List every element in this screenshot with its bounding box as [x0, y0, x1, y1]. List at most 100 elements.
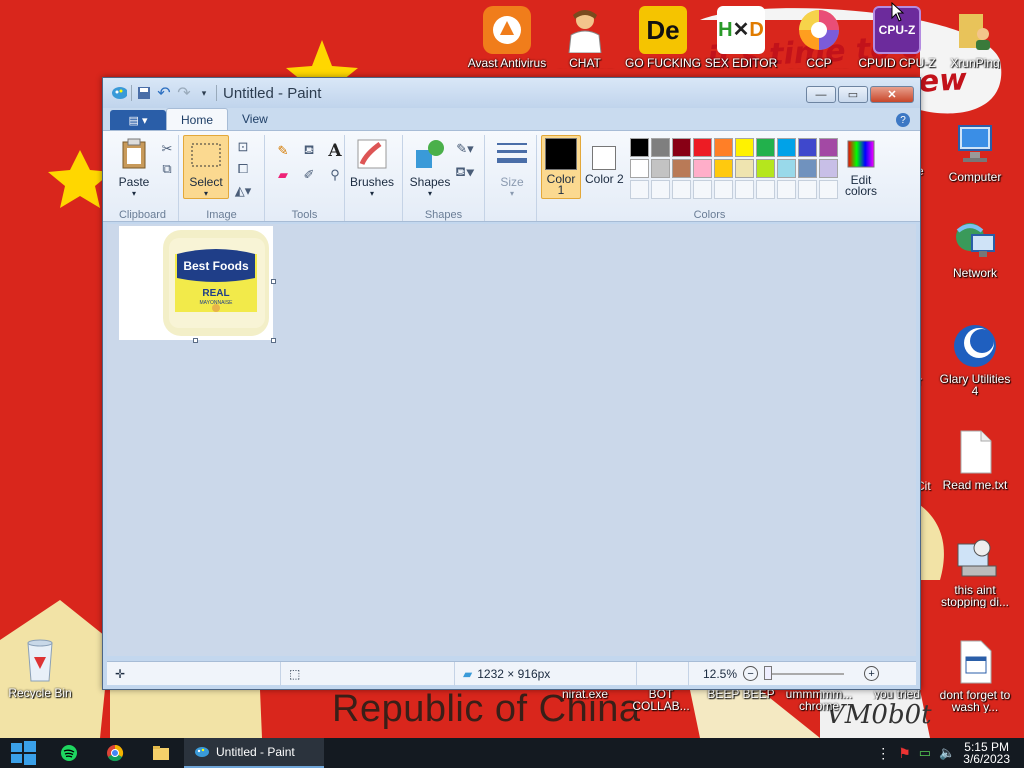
color-swatch[interactable]: [630, 159, 649, 178]
resize-handle-corner[interactable]: [271, 338, 276, 343]
color-swatch[interactable]: [777, 159, 796, 178]
desktop-icon-glary[interactable]: Glary Utilities 4: [935, 322, 1015, 397]
desktop-icon-recycle-bin[interactable]: Recycle Bin: [0, 636, 80, 699]
resize-handle-right[interactable]: [271, 279, 276, 284]
taskbar-explorer-icon[interactable]: [138, 738, 184, 768]
undo-icon[interactable]: ↶: [156, 85, 172, 102]
paint-app-icon[interactable]: [111, 85, 127, 101]
tab-view[interactable]: View: [228, 108, 282, 130]
close-button[interactable]: ✕: [870, 86, 914, 103]
rotate-icon[interactable]: ◭▾: [233, 181, 253, 201]
save-icon[interactable]: [136, 85, 152, 101]
magnifier-icon[interactable]: ⚲: [325, 165, 345, 185]
shape-fill-icon[interactable]: ⛾▾: [455, 163, 475, 183]
color-swatch[interactable]: [819, 138, 838, 157]
color-swatch[interactable]: [651, 159, 670, 178]
color-swatch[interactable]: [651, 138, 670, 157]
desktop-icon-ccp-browser[interactable]: CCP BROWSER: [779, 6, 859, 69]
customize-qat-icon[interactable]: ▾: [196, 85, 212, 101]
custom-color-slot[interactable]: [693, 180, 712, 199]
minimize-button[interactable]: —: [806, 86, 836, 103]
recycle-bin-icon: [16, 636, 64, 684]
desktop-icon-installer[interactable]: this aint stopping di...: [935, 533, 1015, 608]
paste-button[interactable]: Paste ▾: [111, 135, 157, 198]
color-swatch[interactable]: [756, 159, 775, 178]
custom-color-slot[interactable]: [651, 180, 670, 199]
resize-icon[interactable]: ⧠: [233, 159, 253, 179]
fill-icon[interactable]: ⛾: [299, 141, 319, 161]
clock[interactable]: 5:15 PM 3/6/2023: [963, 741, 1010, 765]
eraser-icon[interactable]: ▰: [273, 165, 293, 185]
taskbar-task-paint[interactable]: Untitled - Paint: [184, 738, 324, 768]
taskbar-spotify-icon[interactable]: [46, 738, 92, 768]
color-picker-icon[interactable]: ✐: [299, 165, 319, 185]
color-swatch[interactable]: [735, 138, 754, 157]
desktop-icon-computer[interactable]: Computer: [935, 120, 1015, 183]
custom-color-slot[interactable]: [756, 180, 775, 199]
color-swatch[interactable]: [693, 159, 712, 178]
color-swatch[interactable]: [819, 159, 838, 178]
color-swatch[interactable]: [798, 138, 817, 157]
edit-colors-button[interactable]: Edit colors: [841, 135, 881, 197]
desktop-icon-readme[interactable]: Read me.txt: [935, 428, 1015, 491]
color2-button[interactable]: Color 2: [584, 140, 624, 185]
brushes-button[interactable]: Brushes ▾: [349, 135, 395, 198]
desktop-icon-dont-forget[interactable]: dont forget to wash y...: [935, 638, 1015, 713]
copy-icon[interactable]: ⧉: [157, 159, 177, 179]
help-icon[interactable]: ?: [896, 113, 910, 127]
zoom-in-icon[interactable]: +: [864, 666, 880, 681]
resize-handle-bottom[interactable]: [193, 338, 198, 343]
redo-icon[interactable]: ↷: [176, 85, 192, 102]
custom-color-slot[interactable]: [735, 180, 754, 199]
canvas-image[interactable]: Best Foods REAL MAYONNAISE: [119, 226, 273, 340]
pencil-icon[interactable]: ✎: [273, 141, 293, 161]
color-swatch[interactable]: [756, 138, 775, 157]
size-button[interactable]: Size ▾: [489, 135, 535, 198]
tab-home[interactable]: Home: [166, 108, 229, 130]
shapes-button[interactable]: Shapes ▾: [407, 135, 453, 198]
paint-titlebar[interactable]: ↶ ↷ ▾ Untitled - Paint — ▭ ✕: [103, 78, 920, 108]
maximize-button[interactable]: ▭: [838, 86, 868, 103]
desktop-icon-chat-support[interactable]: CHAT SUPPORT: [545, 6, 625, 69]
color-swatch[interactable]: [693, 138, 712, 157]
custom-color-slot[interactable]: [630, 180, 649, 199]
cut-icon[interactable]: ✂: [157, 139, 177, 159]
desktop-icon-de[interactable]: De GO FUCKING DIE WHORE: [623, 6, 703, 69]
desktop-icon-network[interactable]: Network: [935, 216, 1015, 279]
custom-color-slot[interactable]: [672, 180, 691, 199]
paint-window[interactable]: ↶ ↷ ▾ Untitled - Paint — ▭ ✕ ▤ ▾ Home Vi…: [102, 77, 921, 690]
text-icon[interactable]: A: [325, 141, 345, 161]
color-swatch[interactable]: [777, 138, 796, 157]
zoom-slider-thumb[interactable]: [764, 665, 773, 680]
zoom-out-icon[interactable]: −: [743, 666, 759, 681]
desktop-icon-xrunping[interactable]: XrunPing: [935, 6, 1015, 69]
action-center-flag-icon[interactable]: ⚑: [898, 745, 911, 762]
custom-color-slot[interactable]: [714, 180, 733, 199]
desktop-icon-hxd[interactable]: H ✕ D SEX EDITOR: [701, 6, 781, 69]
taskbar-chrome-icon[interactable]: [92, 738, 138, 768]
crop-icon[interactable]: ⊡: [233, 137, 253, 157]
color1-button[interactable]: Color 1: [541, 135, 581, 199]
tray-overflow-icon[interactable]: ⋮: [876, 745, 890, 762]
canvas-area[interactable]: Best Foods REAL MAYONNAISE: [107, 224, 916, 656]
desktop-icon-bot-collab[interactable]: BOT COLLAB...: [623, 688, 699, 712]
volume-tray-icon[interactable]: 🔈: [939, 745, 955, 761]
color-swatch[interactable]: [630, 138, 649, 157]
color-swatch[interactable]: [735, 159, 754, 178]
desktop-icon-avast[interactable]: Avast Antivirus: [467, 6, 547, 69]
color-swatch[interactable]: [714, 138, 733, 157]
color-swatch[interactable]: [672, 159, 691, 178]
select-button[interactable]: Select ▾: [183, 135, 229, 199]
outline-icon[interactable]: ✎▾: [455, 139, 475, 159]
custom-color-slot[interactable]: [798, 180, 817, 199]
custom-color-slot[interactable]: [819, 180, 838, 199]
color-swatch[interactable]: [798, 159, 817, 178]
custom-color-slot[interactable]: [777, 180, 796, 199]
start-button[interactable]: [0, 738, 46, 768]
desktop-icon-chrome[interactable]: ummmmm... chrome: [779, 688, 859, 712]
color-swatch[interactable]: [672, 138, 691, 157]
zoom-slider[interactable]: [764, 665, 845, 680]
network-tray-icon[interactable]: ▭: [919, 745, 931, 761]
file-menu-button[interactable]: ▤ ▾: [110, 110, 166, 130]
color-swatch[interactable]: [714, 159, 733, 178]
